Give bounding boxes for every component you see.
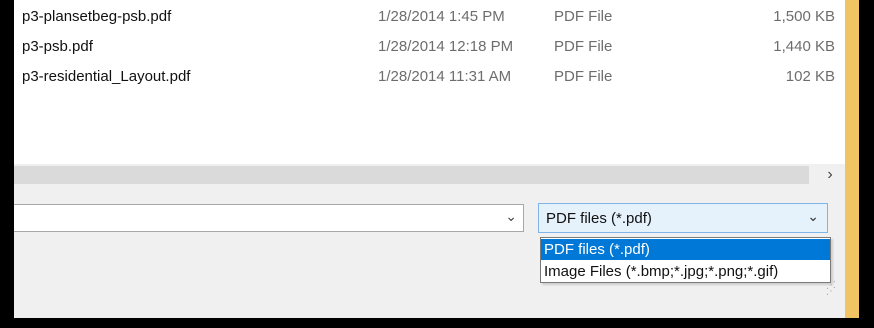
filename-input[interactable]: ⌄: [14, 204, 524, 232]
file-type: PDF File: [554, 68, 613, 85]
file-type-selected: PDF files (*.pdf): [546, 210, 652, 227]
file-type: PDF File: [554, 38, 613, 55]
file-date: 1/28/2014 1:45 PM: [378, 8, 505, 25]
file-type-option-image[interactable]: Image Files (*.bmp;*.jpg;*.png;*.gif): [541, 261, 830, 282]
file-date: 1/28/2014 11:31 AM: [378, 68, 512, 85]
file-row[interactable]: p3-plansetbeg-psb.pdf 1/28/2014 1:45 PM …: [14, 2, 845, 32]
window-border-left: [0, 0, 14, 328]
file-size: 102 KB: [785, 68, 835, 85]
file-list[interactable]: p3-plansetbeg-psb.pdf 1/28/2014 1:45 PM …: [14, 0, 845, 165]
file-type-select[interactable]: PDF files (*.pdf) ⌄: [538, 203, 828, 233]
chevron-down-icon[interactable]: ⌄: [505, 208, 517, 225]
file-type-option-pdf[interactable]: PDF files (*.pdf): [541, 239, 830, 260]
file-name: p3-psb.pdf: [22, 38, 93, 55]
file-date: 1/28/2014 12:18 PM: [378, 38, 514, 55]
window-border-accent: [845, 0, 860, 318]
scrollbar-thumb[interactable]: [14, 166, 809, 184]
scroll-right-arrow-icon[interactable]: ›: [815, 164, 845, 186]
chevron-down-icon[interactable]: ⌄: [807, 208, 819, 225]
horizontal-scrollbar[interactable]: ›: [14, 164, 845, 186]
window-border-bottom: [0, 318, 874, 328]
file-row[interactable]: p3-residential_Layout.pdf 1/28/2014 11:3…: [14, 62, 845, 92]
file-row[interactable]: p3-psb.pdf 1/28/2014 12:18 PM PDF File 1…: [14, 32, 845, 62]
file-name: p3-residential_Layout.pdf: [22, 68, 191, 85]
dialog-window: p3-plansetbeg-psb.pdf 1/28/2014 1:45 PM …: [0, 0, 874, 328]
file-size: 1,500 KB: [773, 8, 835, 25]
window-border-right: [859, 0, 874, 328]
file-size: 1,440 KB: [773, 38, 835, 55]
resize-grip-icon[interactable]: ⋰ ⋰: [826, 281, 836, 297]
file-type: PDF File: [554, 8, 613, 25]
file-type-dropdown-list[interactable]: PDF files (*.pdf) Image Files (*.bmp;*.j…: [540, 237, 831, 283]
file-name: p3-plansetbeg-psb.pdf: [22, 8, 172, 25]
